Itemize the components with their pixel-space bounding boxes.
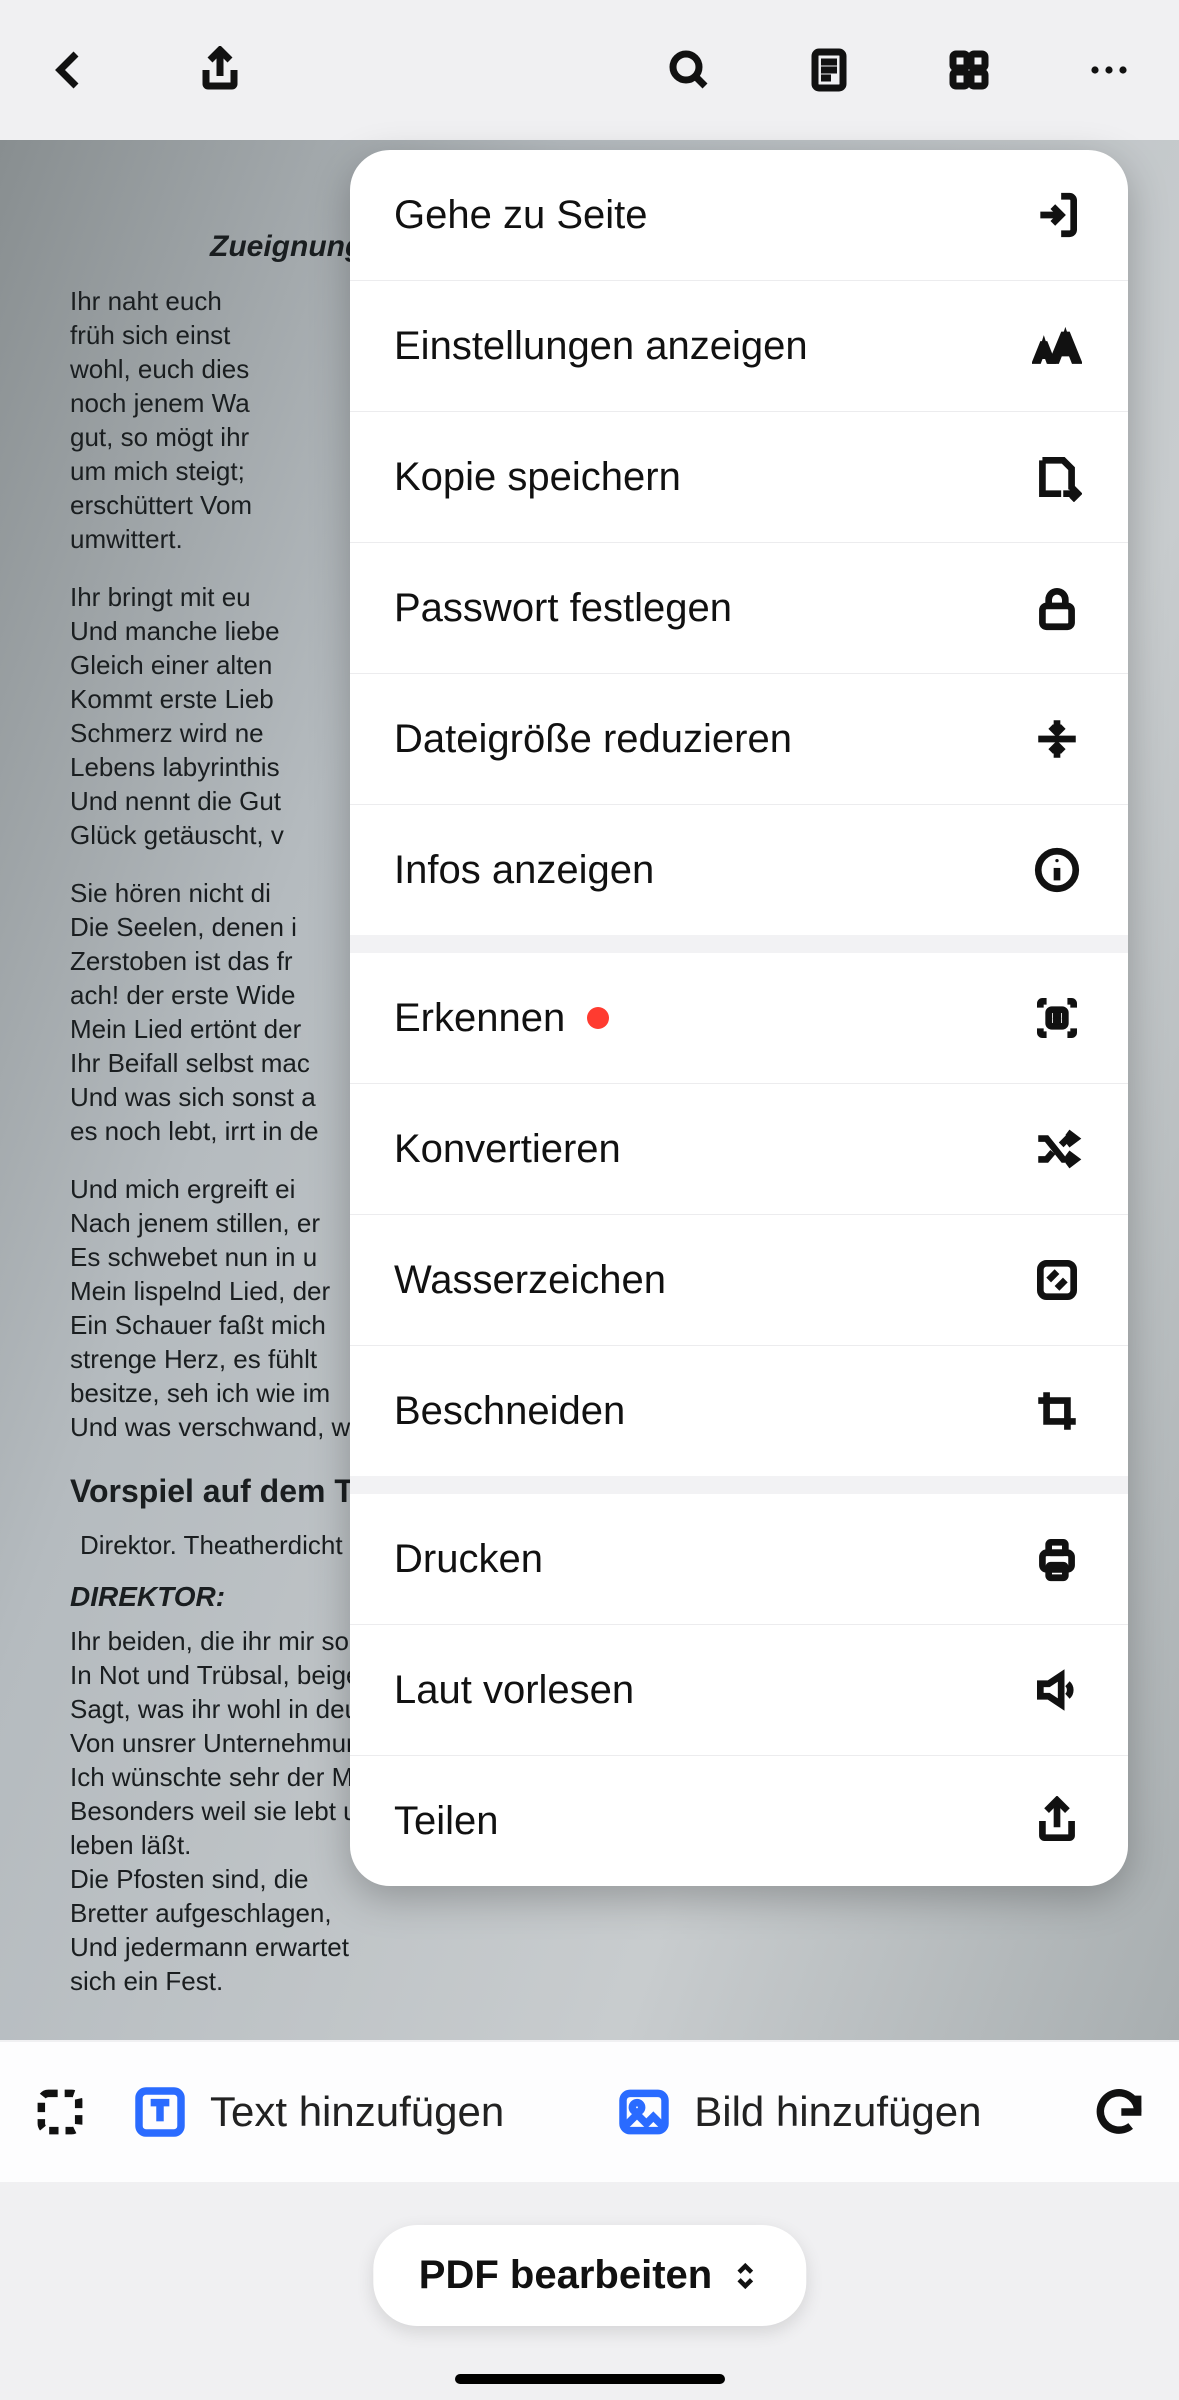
menu-item-recognize[interactable]: Erkennen (350, 953, 1128, 1083)
document-outline-icon (805, 46, 853, 94)
search-icon (665, 46, 713, 94)
speech-text: Ihr beiden, die ihr mir so o In Not und … (70, 1624, 390, 1998)
svg-text:A: A (1053, 327, 1078, 369)
menu-item-reduce-size[interactable]: Dateigröße reduzieren (350, 673, 1128, 804)
add-text-tool[interactable]: Text hinzufügen (130, 2082, 504, 2142)
text-size-icon: AA (1030, 319, 1084, 373)
poem-stanza: Sie hören nicht di Die Seelen, denen i Z… (70, 876, 390, 1148)
tool-label: Text hinzufügen (210, 2088, 504, 2136)
menu-item-label: Kopie speichern (394, 455, 681, 500)
speaker-label: DIREKTOR: (70, 1580, 390, 1614)
menu-group-1: Gehe zu Seite Einstellungen anzeigen AA … (350, 150, 1128, 935)
printer-icon (1030, 1532, 1084, 1586)
menu-item-print[interactable]: Drucken (350, 1494, 1128, 1624)
grid-button[interactable] (939, 40, 999, 100)
new-feature-dot-icon (587, 1007, 609, 1029)
search-button[interactable] (659, 40, 719, 100)
menu-group-3: Drucken Laut vorlesen Teilen (350, 1476, 1128, 1886)
menu-item-label: Erkennen (394, 996, 565, 1041)
chevron-left-icon (46, 46, 94, 94)
poem-stanza: Ihr naht euch früh sich einst wohl, euch… (70, 284, 390, 556)
more-horizontal-icon (1085, 46, 1133, 94)
roles-line: Direktor. Theatherdicht (80, 1528, 390, 1562)
poem-stanza: Ihr bringt mit eu Und manche liebe Gleic… (70, 580, 390, 852)
info-icon (1030, 843, 1084, 897)
save-export-icon (1030, 450, 1084, 504)
svg-text:A: A (1036, 340, 1052, 366)
menu-item-goto-page[interactable]: Gehe zu Seite (350, 150, 1128, 280)
ocr-scan-icon (1030, 991, 1084, 1045)
menu-item-label: Konvertieren (394, 1127, 621, 1172)
undo-icon (1089, 2082, 1149, 2142)
menu-item-label: Drucken (394, 1537, 543, 1582)
undo-button[interactable] (1089, 2082, 1149, 2142)
grid-icon (945, 46, 993, 94)
chevron-up-down-icon (730, 2261, 760, 2291)
menu-item-label: Dateigröße reduzieren (394, 717, 792, 762)
image-icon (614, 2082, 674, 2142)
menu-item-label: Laut vorlesen (394, 1668, 634, 1713)
add-image-tool[interactable]: Bild hinzufügen (614, 2082, 981, 2142)
menu-item-read-aloud[interactable]: Laut vorlesen (350, 1624, 1128, 1755)
section-heading: Vorspiel auf dem Th (70, 1474, 390, 1508)
more-context-menu: Gehe zu Seite Einstellungen anzeigen AA … (350, 150, 1128, 1886)
speaker-icon (1030, 1663, 1084, 1717)
menu-item-view-settings[interactable]: Einstellungen anzeigen AA (350, 280, 1128, 411)
share-button[interactable] (190, 40, 250, 100)
compress-icon (1030, 712, 1084, 766)
menu-item-crop[interactable]: Beschneiden (350, 1345, 1128, 1476)
menu-item-label: Einstellungen anzeigen (394, 324, 808, 369)
menu-item-label: Wasserzeichen (394, 1258, 666, 1303)
tool-label: Bild hinzufügen (694, 2088, 981, 2136)
mode-selector[interactable]: PDF bearbeiten (373, 2225, 806, 2326)
home-indicator (455, 2374, 725, 2384)
crop-icon (1030, 1384, 1084, 1438)
more-button[interactable] (1079, 40, 1139, 100)
back-button[interactable] (40, 40, 100, 100)
menu-item-label: Passwort festlegen (394, 586, 732, 631)
menu-group-2: Erkennen Konvertieren Wasserzeichen Besc… (350, 935, 1128, 1476)
enter-page-icon (1030, 188, 1084, 242)
menu-item-convert[interactable]: Konvertieren (350, 1083, 1128, 1214)
share-icon (196, 46, 244, 94)
mode-label: PDF bearbeiten (419, 2253, 712, 2298)
text-box-icon (130, 2082, 190, 2142)
shuffle-icon (1030, 1122, 1084, 1176)
edit-toolbar: Text hinzufügen Bild hinzufügen (0, 2042, 1179, 2182)
menu-item-watermark[interactable]: Wasserzeichen (350, 1214, 1128, 1345)
menu-item-save-copy[interactable]: Kopie speichern (350, 411, 1128, 542)
top-toolbar (0, 0, 1179, 140)
menu-item-set-password[interactable]: Passwort festlegen (350, 542, 1128, 673)
poem-stanza: Und mich ergreift ei Nach jenem stillen,… (70, 1172, 390, 1444)
menu-item-label: Gehe zu Seite (394, 193, 648, 238)
menu-item-label: Teilen (394, 1799, 499, 1844)
menu-item-label: Infos anzeigen (394, 848, 654, 893)
menu-item-share[interactable]: Teilen (350, 1755, 1128, 1886)
watermark-icon (1030, 1253, 1084, 1307)
selection-tool[interactable] (30, 2082, 90, 2142)
menu-item-show-info[interactable]: Infos anzeigen (350, 804, 1128, 935)
selection-icon (30, 2082, 90, 2142)
outline-button[interactable] (799, 40, 859, 100)
lock-icon (1030, 581, 1084, 635)
menu-item-label: Beschneiden (394, 1389, 625, 1434)
share-icon (1030, 1794, 1084, 1848)
